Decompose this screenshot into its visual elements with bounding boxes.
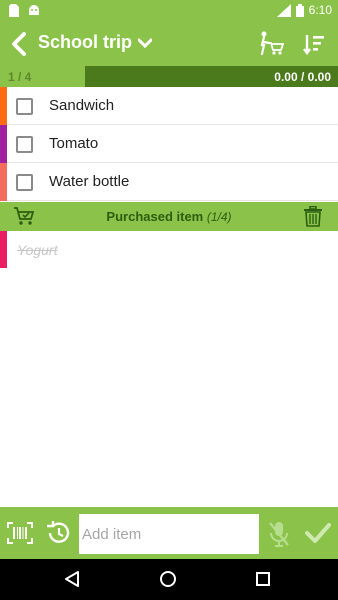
list-item[interactable]: Tomato xyxy=(0,125,338,163)
shopping-list: Sandwich Tomato Water bottle xyxy=(0,87,338,201)
purchased-item-label: Yogurt xyxy=(17,242,58,258)
item-checkbox[interactable] xyxy=(16,98,33,115)
nav-home-icon[interactable] xyxy=(159,570,177,588)
progress-count: 1 / 4 xyxy=(8,70,32,84)
nav-recents-icon[interactable] xyxy=(256,572,270,586)
nav-back-icon[interactable] xyxy=(64,571,80,587)
add-item-bar xyxy=(0,507,338,559)
section-count: (1/4) xyxy=(206,210,232,224)
android-icon xyxy=(29,5,39,15)
status-time: 6:10 xyxy=(308,3,332,17)
cart-person-icon xyxy=(260,31,285,56)
category-color-stripe xyxy=(0,163,7,201)
chevron-down-icon xyxy=(138,38,152,48)
system-nav-bar xyxy=(0,559,338,600)
purchased-list-item[interactable]: Yogurt xyxy=(0,231,338,268)
list-progress-bar: 1 / 4 0.00 / 0.00 xyxy=(0,66,338,87)
section-title: Purchased item xyxy=(106,209,204,224)
list-selector[interactable]: School trip xyxy=(38,32,152,53)
app-bar: School trip xyxy=(0,22,338,66)
mic-off-icon[interactable] xyxy=(268,521,290,547)
item-label: Tomato xyxy=(49,135,99,152)
item-checkbox[interactable] xyxy=(16,136,33,153)
list-item[interactable]: Water bottle xyxy=(0,163,338,201)
category-color-stripe xyxy=(0,125,7,163)
back-arrow-icon xyxy=(12,32,26,56)
item-label: Water bottle xyxy=(49,173,130,190)
item-label: Sandwich xyxy=(49,97,115,114)
battery-icon xyxy=(295,3,304,17)
page-title: School trip xyxy=(38,32,132,52)
category-color-stripe xyxy=(0,87,7,125)
sort-icon xyxy=(303,35,324,55)
checkmark-icon[interactable] xyxy=(305,521,331,545)
sort-button[interactable] xyxy=(302,32,326,56)
add-item-input[interactable] xyxy=(79,514,259,554)
list-item[interactable]: Sandwich xyxy=(0,87,338,125)
item-checkbox[interactable] xyxy=(16,174,33,191)
progress-amount: 0.00 / 0.00 xyxy=(274,70,331,84)
barcode-icon[interactable] xyxy=(7,522,33,544)
category-color-stripe xyxy=(0,231,7,268)
signal-icon xyxy=(276,3,291,17)
status-bar: 6:10 xyxy=(0,0,338,22)
back-button[interactable] xyxy=(6,30,32,58)
history-icon[interactable] xyxy=(45,520,71,546)
purchased-section-header[interactable]: Purchased item (1/4) xyxy=(0,202,338,231)
trash-icon[interactable] xyxy=(303,206,323,227)
shopping-mode-button[interactable] xyxy=(258,31,285,57)
sim-card-icon xyxy=(9,4,19,17)
